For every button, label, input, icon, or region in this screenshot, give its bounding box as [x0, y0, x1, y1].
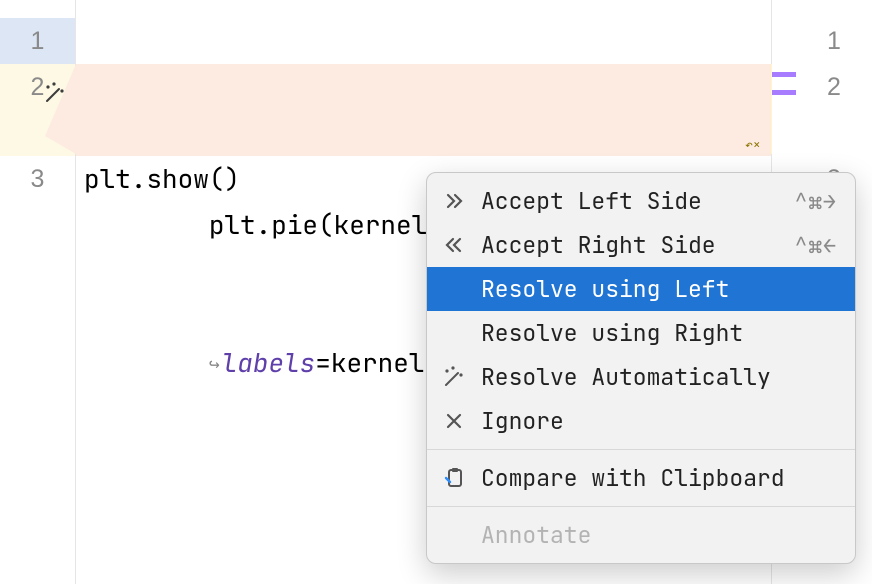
code-line-conflict: plt.pie(kernel_stats['total_count'], ↪la… [76, 64, 771, 156]
menu-label: Resolve Automatically [481, 362, 837, 392]
code-line: import matplotlib.pyplot as plt [76, 18, 771, 64]
continuation-icon: ↪ [209, 342, 220, 388]
menu-label: Ignore [481, 406, 837, 436]
gutter-left: 1 2 3 [0, 0, 76, 584]
overview-marker [772, 90, 796, 95]
menu-item-resolve-left[interactable]: Resolve using Left [427, 267, 855, 311]
menu-label: Resolve using Left [481, 274, 837, 304]
blank-icon [441, 320, 467, 346]
keyword-arg: labels [222, 345, 316, 380]
magic-wand-icon [441, 364, 467, 390]
line-number: 3 [0, 156, 75, 202]
menu-separator [427, 506, 855, 507]
menu-item-ignore[interactable]: Ignore [427, 399, 855, 443]
menu-label: Compare with Clipboard [481, 463, 837, 493]
menu-shortcut: ^⌘← [794, 231, 837, 260]
line-number: 1 [0, 18, 75, 64]
overview-marker [772, 72, 796, 77]
blank-icon [441, 522, 467, 548]
line-number: 2 [796, 64, 872, 110]
menu-item-resolve-right[interactable]: Resolve using Right [427, 311, 855, 355]
menu-item-accept-left[interactable]: Accept Left Side ^⌘→ [427, 179, 855, 223]
menu-item-annotate: Annotate [427, 513, 855, 557]
x-icon [441, 408, 467, 434]
context-menu: Accept Left Side ^⌘→ Accept Right Side ^… [426, 172, 856, 564]
undo-marker-icon[interactable]: ↶× [745, 122, 765, 142]
menu-separator [427, 449, 855, 450]
menu-label: Resolve using Right [481, 318, 837, 348]
menu-label: Annotate [481, 520, 837, 550]
menu-label: Accept Left Side [481, 186, 780, 216]
clipboard-icon [441, 465, 467, 491]
line-number: 1 [796, 18, 872, 64]
chevrons-right-icon [441, 188, 467, 214]
menu-label: Accept Right Side [481, 230, 780, 260]
blank-icon [441, 276, 467, 302]
code-editor[interactable]: import matplotlib.pyplot as plt plt.pie(… [76, 0, 772, 584]
menu-item-accept-right[interactable]: Accept Right Side ^⌘← [427, 223, 855, 267]
menu-shortcut: ^⌘→ [794, 187, 837, 216]
line-number-spacer [796, 110, 872, 156]
menu-item-compare-clipboard[interactable]: Compare with Clipboard [427, 456, 855, 500]
menu-item-resolve-auto[interactable]: Resolve Automatically [427, 355, 855, 399]
chevrons-left-icon [441, 232, 467, 258]
